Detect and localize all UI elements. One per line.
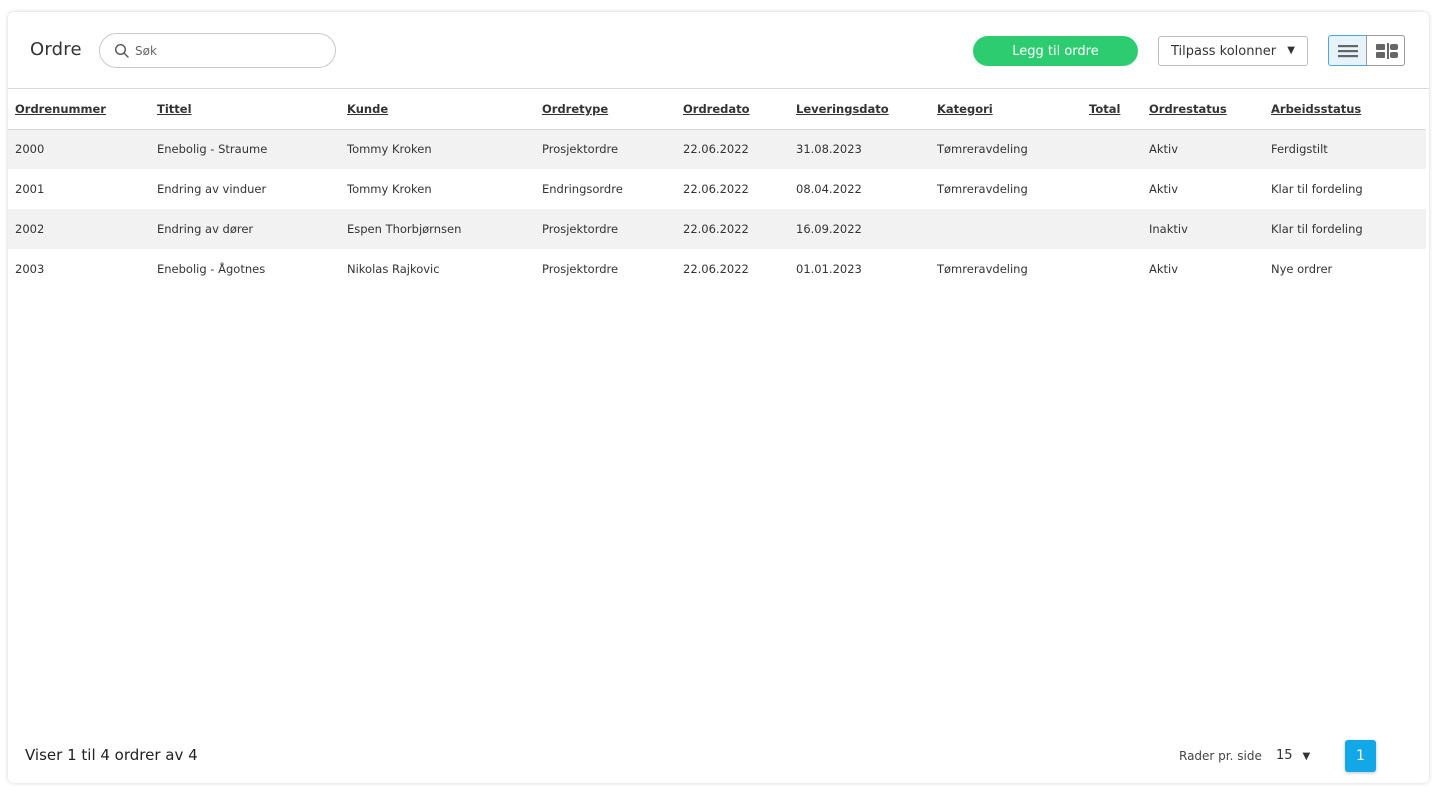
orders-panel: Ordre Legg til ordre Tilpass kolonner ▼ (8, 12, 1429, 783)
cell-work-status: Nye ordrer (1271, 262, 1333, 276)
cell-order-status: Aktiv (1149, 129, 1271, 169)
cell-delivery-date: 31.08.2023 (796, 129, 937, 169)
cell-total (1089, 249, 1149, 289)
table-row[interactable]: 2000 Enebolig - Straume Tommy Kroken Pro… (8, 129, 1426, 169)
cell-order-date: 22.06.2022 (683, 129, 796, 169)
column-header-tittel[interactable]: Tittel (157, 89, 347, 130)
cell-order-status: Aktiv (1149, 262, 1179, 276)
cell-total (1089, 209, 1149, 249)
table-row[interactable]: 2002 Endring av dører Espen Thorbjørnsen… (8, 209, 1426, 249)
cell-order-status: Inaktiv (1149, 209, 1271, 249)
column-header-ordredato[interactable]: Ordredato (683, 89, 796, 130)
cell-order-number: 2001 (15, 182, 45, 196)
table-row[interactable]: 2003 Enebolig - Ågotnes Nikolas Rajkovic… (8, 249, 1426, 289)
cell-order-status: Aktiv (1149, 182, 1179, 196)
column-header-ordrestatus[interactable]: Ordrestatus (1149, 89, 1271, 130)
chevron-down-icon: ▼ (1302, 751, 1311, 762)
cell-order-type: Endringsordre (542, 182, 623, 196)
cell-title: Enebolig - Ågotnes (157, 262, 266, 276)
column-header-total[interactable]: Total (1089, 89, 1149, 130)
column-header-ordretype[interactable]: Ordretype (542, 89, 683, 130)
cell-total (1089, 169, 1149, 209)
results-summary: Viser 1 til 4 ordrer av 4 (25, 746, 198, 764)
cell-order-type: Prosjektordre (542, 209, 683, 249)
cell-work-status: Klar til fordeling (1271, 182, 1363, 196)
rows-per-page-select[interactable]: 15 ▼ (1276, 748, 1310, 763)
cell-customer: Tommy Kroken (347, 129, 542, 169)
cell-order-number: 2002 (8, 209, 157, 249)
cell-customer: Nikolas Rajkovic (347, 262, 440, 276)
column-header-arbeidsstatus[interactable]: Arbeidsstatus (1271, 89, 1426, 130)
column-header-leveringsdato[interactable]: Leveringsdato (796, 89, 937, 130)
cell-delivery-date: 16.09.2022 (796, 209, 937, 249)
search-input[interactable] (135, 34, 325, 67)
add-order-button[interactable]: Legg til ordre (973, 36, 1138, 66)
cell-category (937, 209, 1089, 249)
page-title: Ordre (30, 39, 82, 60)
orders-table: Ordrenummer Tittel Kunde Ordretype Ordre… (8, 89, 1426, 289)
column-header-ordrenummer[interactable]: Ordrenummer (8, 89, 157, 130)
column-header-kategori[interactable]: Kategori (937, 89, 1089, 130)
cell-order-date: 22.06.2022 (683, 182, 749, 196)
cell-work-status: Klar til fordeling (1271, 209, 1426, 249)
rows-per-page-value: 15 (1276, 748, 1293, 763)
table-header-row: Ordrenummer Tittel Kunde Ordretype Ordre… (8, 89, 1426, 130)
cell-title: Endring av vinduer (157, 182, 267, 196)
customize-columns-select[interactable]: Tilpass kolonner ▼ (1158, 36, 1308, 66)
table-row[interactable]: 2001 Endring av vinduer Tommy Kroken End… (8, 169, 1426, 209)
cell-title: Enebolig - Straume (157, 129, 347, 169)
cell-order-date: 22.06.2022 (683, 262, 749, 276)
cell-customer: Espen Thorbjørnsen (347, 209, 542, 249)
list-view-button[interactable] (1328, 35, 1367, 66)
cell-delivery-date: 01.01.2023 (796, 262, 862, 276)
cell-title: Endring av dører (157, 209, 347, 249)
cell-order-date: 22.06.2022 (683, 209, 796, 249)
page-button-current[interactable]: 1 (1345, 740, 1376, 772)
search-box[interactable] (99, 33, 336, 68)
column-header-kunde[interactable]: Kunde (347, 89, 542, 130)
cell-category: Tømreravdeling (937, 262, 1028, 276)
view-toggle (1328, 35, 1406, 66)
rows-per-page-label: Rader pr. side (1179, 749, 1262, 763)
cell-delivery-date: 08.04.2022 (796, 182, 862, 196)
cell-category: Tømreravdeling (937, 129, 1089, 169)
toolbar: Ordre Legg til ordre Tilpass kolonner ▼ (8, 12, 1429, 89)
search-icon (114, 43, 130, 59)
chevron-down-icon: ▼ (1287, 45, 1295, 56)
cell-work-status: Ferdigstilt (1271, 129, 1426, 169)
cell-total (1089, 129, 1149, 169)
customize-columns-label: Tilpass kolonner (1171, 44, 1277, 59)
cell-category: Tømreravdeling (937, 182, 1028, 196)
cell-customer: Tommy Kroken (347, 182, 432, 196)
card-view-button[interactable] (1366, 35, 1405, 66)
cell-order-type: Prosjektordre (542, 262, 619, 276)
cell-order-number: 2003 (15, 262, 45, 276)
cell-order-type: Prosjektordre (542, 129, 683, 169)
cell-order-number: 2000 (8, 129, 157, 169)
